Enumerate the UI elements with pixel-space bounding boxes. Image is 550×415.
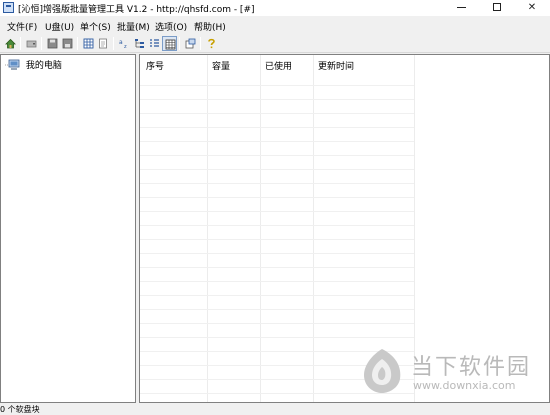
save-as-button[interactable]	[60, 36, 75, 51]
row-divider	[140, 337, 414, 338]
row-divider	[140, 267, 414, 268]
column-header-index[interactable]: 序号	[146, 59, 164, 72]
computer-icon	[5, 59, 21, 71]
row-divider	[140, 253, 414, 254]
toolbar: az	[0, 34, 550, 53]
column-header-capacity[interactable]: 容量	[212, 59, 230, 72]
menu-file[interactable]: 文件(F)	[7, 20, 37, 33]
home-icon	[5, 38, 16, 49]
row-divider	[140, 141, 414, 142]
tree-panel[interactable]: 我的电脑	[0, 54, 136, 403]
row-divider	[140, 113, 414, 114]
list-view-icon	[150, 39, 159, 47]
sort-icon: az	[119, 39, 127, 49]
title-bar[interactable]: [沁恒]增强版批量管理工具 V1.2 - http://qhsfd.com - …	[0, 0, 550, 16]
tree-button[interactable]	[132, 36, 147, 51]
row-divider	[140, 155, 414, 156]
tree-item-label: 我的电脑	[25, 61, 62, 71]
close-icon: ✕	[527, 2, 537, 13]
row-divider	[140, 295, 414, 296]
toolbar-separator	[179, 37, 180, 50]
export-button[interactable]	[96, 36, 111, 51]
properties-icon	[185, 38, 196, 49]
toolbar-separator	[200, 37, 201, 50]
menu-help[interactable]: 帮助(H)	[194, 20, 226, 33]
status-text: 0 个软盘块	[0, 405, 40, 414]
status-bar: 0 个软盘块	[0, 404, 550, 415]
row-divider	[140, 309, 414, 310]
drive-button[interactable]	[24, 36, 39, 51]
help-button[interactable]	[204, 36, 219, 51]
row-divider	[140, 169, 414, 170]
grid-view-button[interactable]	[81, 36, 96, 51]
menu-udisk[interactable]: U盘(U)	[45, 20, 74, 33]
maximize-button[interactable]	[479, 0, 515, 16]
save-button[interactable]	[45, 36, 60, 51]
menu-options[interactable]: 选项(O)	[155, 20, 187, 33]
menu-single[interactable]: 单个(S)	[80, 20, 111, 33]
row-divider	[140, 239, 414, 240]
row-divider	[140, 183, 414, 184]
watermark-logo-icon	[364, 349, 401, 393]
maximize-icon	[493, 3, 501, 11]
row-divider	[140, 127, 414, 128]
tree-item-my-computer[interactable]: 我的电脑	[5, 58, 62, 71]
sort-button[interactable]: az	[117, 36, 132, 51]
close-button[interactable]: ✕	[514, 0, 550, 16]
toolbar-separator	[113, 37, 114, 50]
row-divider	[140, 281, 414, 282]
column-divider	[207, 55, 208, 402]
svg-text:z: z	[124, 44, 127, 49]
list-view-button[interactable]	[147, 36, 162, 51]
watermark: 当下软件园 www.downxia.com	[355, 345, 545, 405]
window-title: [沁恒]增强版批量管理工具 V1.2 - http://qhsfd.com - …	[18, 5, 255, 15]
row-divider	[140, 211, 414, 212]
row-divider	[140, 225, 414, 226]
drive-icon	[26, 40, 37, 48]
watermark-name: 当下软件园	[411, 355, 532, 380]
export-icon	[99, 38, 107, 49]
tree-icon	[135, 39, 144, 48]
watermark-url: www.downxia.com	[413, 379, 516, 392]
details-view-button[interactable]	[162, 36, 177, 51]
row-divider	[140, 197, 414, 198]
menu-bar: 文件(F) U盘(U) 单个(S) 批量(M) 选项(O) 帮助(H)	[0, 17, 550, 33]
home-button[interactable]	[3, 36, 18, 51]
app-floppy-icon	[3, 2, 14, 13]
save-icon	[47, 38, 58, 49]
toolbar-separator	[77, 37, 78, 50]
grid-view-icon	[83, 38, 94, 49]
svg-text:a: a	[119, 39, 123, 46]
toolbar-separator	[41, 37, 42, 50]
toolbar-separator	[20, 37, 21, 50]
column-divider	[313, 55, 314, 402]
help-icon	[208, 38, 215, 49]
row-divider	[140, 85, 414, 86]
row-divider	[140, 99, 414, 100]
properties-button[interactable]	[183, 36, 198, 51]
save-as-icon	[62, 38, 73, 49]
column-divider	[260, 55, 261, 402]
minimize-button[interactable]	[443, 0, 479, 16]
column-header-update-time[interactable]: 更新时间	[318, 59, 354, 72]
list-header: 序号 容量 已使用 更新时间	[140, 55, 549, 72]
details-view-icon	[165, 39, 176, 50]
menu-batch[interactable]: 批量(M)	[117, 20, 150, 33]
minimize-icon	[456, 6, 466, 8]
column-header-used[interactable]: 已使用	[265, 59, 292, 72]
row-divider	[140, 323, 414, 324]
